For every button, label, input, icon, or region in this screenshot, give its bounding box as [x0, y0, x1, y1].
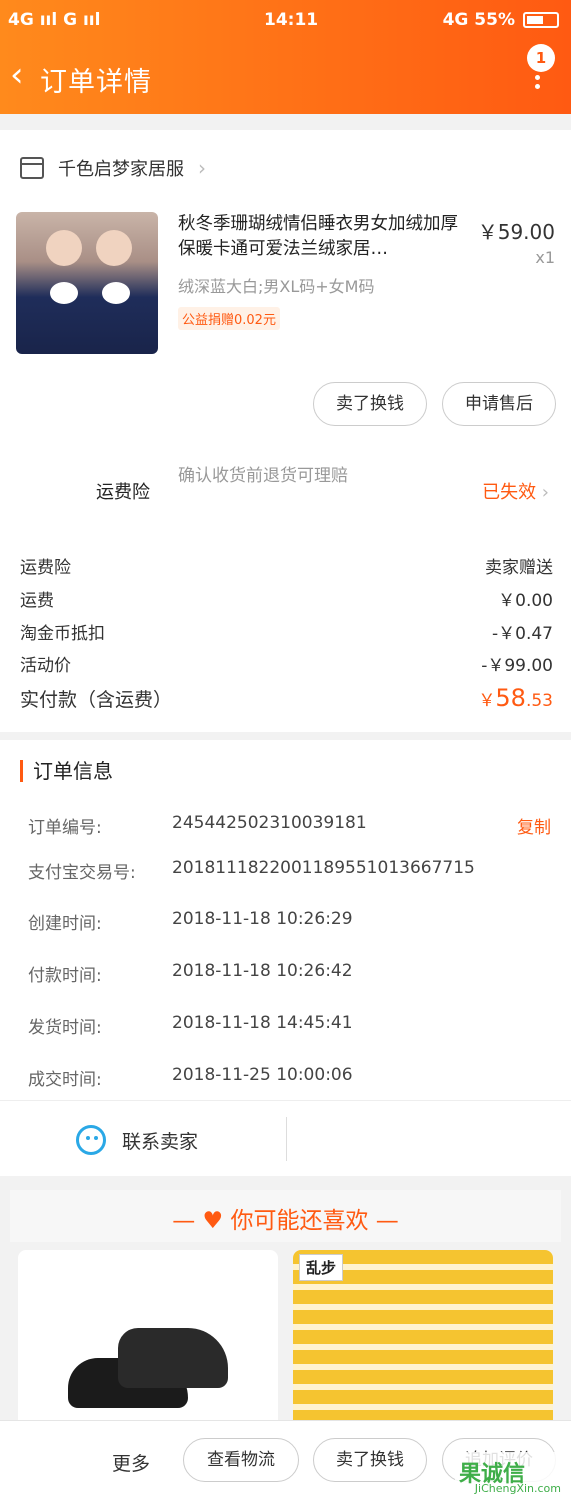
fee-value: -￥99.00 — [481, 656, 553, 676]
fee-label: 淘金币抵扣 — [20, 624, 105, 644]
fee-row: 运费险 卖家赠送 — [20, 553, 553, 578]
view-logistics-button[interactable]: 查看物流 — [183, 1438, 299, 1482]
insurance-status-text: 已失效 — [482, 482, 537, 503]
charity-badge: 公益捐赠0.02元 — [178, 307, 280, 330]
sell-button[interactable]: 卖了换钱 — [313, 382, 427, 426]
fee-row: 淘金币抵扣 -￥0.47 — [20, 619, 553, 644]
product-price: ￥59.00 — [477, 220, 555, 244]
order-info-title: 订单信息 — [20, 760, 113, 782]
status-bar: 4G ııl G ııl 14:11 4G 55% — [8, 6, 559, 34]
chat-icon[interactable] — [76, 1125, 106, 1155]
brand-tag: 乱步 — [299, 1254, 344, 1281]
chevron-right-icon: › — [536, 482, 549, 503]
info-key: 付款时间: — [28, 966, 102, 986]
more-menu-icon[interactable] — [535, 66, 541, 94]
info-value: 2018-11-25 10:00:06 — [172, 1065, 353, 1085]
recommend-item[interactable]: 乱步 — [293, 1250, 553, 1420]
fee-label: 运费 — [20, 591, 54, 611]
paid-dec: .53 — [525, 691, 553, 711]
fee-value: 卖家赠送 — [485, 558, 553, 578]
copy-button[interactable]: 复制 — [517, 813, 551, 838]
notification-badge[interactable]: 1 — [527, 44, 555, 72]
insurance-status[interactable]: 已失效 › — [482, 478, 549, 504]
paid-total-row: 实付款（含运费） ￥58.53 — [20, 684, 553, 712]
fee-value: ￥0.00 — [498, 591, 553, 611]
paid-int: 58 — [495, 684, 526, 712]
contact-seller-button[interactable]: 联系卖家 — [122, 1127, 198, 1154]
page-title: 订单详情 — [40, 67, 152, 98]
insurance-label: 运费险 — [96, 482, 150, 503]
info-key: 订单编号: — [28, 818, 102, 838]
fee-label: 活动价 — [20, 656, 71, 676]
chevron-right-icon: › — [198, 156, 206, 180]
fee-label: 运费险 — [20, 558, 71, 578]
battery-percent: 4G 55% — [442, 10, 515, 30]
product-sku: 绒深蓝大白;男XL码+女M码 — [178, 277, 375, 296]
watermark-logo: 果诚信 — [459, 1462, 526, 1487]
fee-row: 活动价 -￥99.00 — [20, 651, 553, 676]
aftersale-button[interactable]: 申请售后 — [442, 382, 556, 426]
info-value: 245442502310039181 — [172, 813, 367, 833]
fee-row: 运费 ￥0.00 — [20, 586, 553, 611]
paid-label: 实付款（含运费） — [20, 689, 173, 711]
product-image[interactable] — [16, 212, 158, 354]
signal-indicator: 4G ııl G ııl — [8, 10, 101, 30]
info-value: 2018-11-18 10:26:29 — [172, 909, 353, 929]
more-button[interactable]: 更多 — [112, 1449, 150, 1476]
paid-currency: ￥ — [478, 691, 496, 711]
paid-amount: ￥58.53 — [478, 684, 553, 712]
info-key: 发货时间: — [28, 1018, 102, 1038]
fee-value: -￥0.47 — [492, 624, 553, 644]
info-value: 2018-11-18 14:45:41 — [172, 1013, 353, 1033]
back-icon[interactable]: ‹ — [10, 58, 24, 92]
recommend-title: — ♥ 你可能还喜欢 — — [172, 1208, 399, 1234]
app-header: 4G ııl G ııl 14:11 4G 55% ‹ 订单详情 1 — [0, 0, 571, 114]
shop-name: 千色启梦家居服 — [58, 159, 184, 180]
store-icon — [20, 157, 44, 179]
info-value: 2018111822001189551013667715 — [172, 858, 475, 878]
info-key: 支付宝交易号: — [28, 863, 136, 883]
product-qty: x1 — [535, 248, 555, 267]
info-key: 成交时间: — [28, 1070, 102, 1090]
product-title[interactable]: 秋冬季珊瑚绒情侣睡衣男女加绒加厚保暖卡通可爱法兰绒家居… — [178, 212, 468, 262]
info-value: 2018-11-18 10:26:42 — [172, 961, 353, 981]
contact-seller-bar: 联系卖家 — [0, 1100, 571, 1176]
watermark: 果诚信 JiChengXin.com — [455, 1452, 565, 1500]
recommend-item[interactable] — [18, 1250, 278, 1420]
divider — [286, 1117, 287, 1161]
boots-image — [58, 1328, 238, 1408]
shop-link[interactable]: 千色启梦家居服 › — [20, 155, 206, 181]
status-right: 4G 55% — [443, 10, 559, 30]
insurance-desc: 确认收货前退货可理赔 — [178, 466, 348, 486]
recommend-header: — ♥ 你可能还喜欢 — — [10, 1190, 561, 1242]
sell-again-button[interactable]: 卖了换钱 — [313, 1438, 427, 1482]
battery-icon — [523, 12, 559, 28]
clock: 14:11 — [264, 10, 319, 30]
info-key: 创建时间: — [28, 914, 102, 934]
